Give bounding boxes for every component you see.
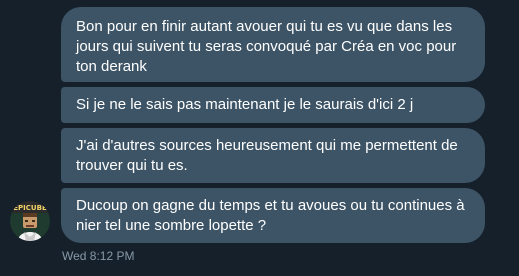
message-text: Bon pour en finir autant avouer qui tu e… xyxy=(76,18,457,75)
message-text: Si je ne le sais pas maintenant je le sa… xyxy=(76,96,414,113)
message-text: Ducoup on gagne du temps et tu avoues ou… xyxy=(76,197,465,234)
message-thread: Bon pour en finir autant avouer qui tu e… xyxy=(0,0,519,276)
sender-avatar[interactable]: EPICUBE xyxy=(10,201,50,241)
message-text: J'ai d'autres sources heureusement qui m… xyxy=(76,137,458,174)
message-bubble[interactable]: J'ai d'autres sources heureusement qui m… xyxy=(61,128,485,183)
message-timestamp: Wed 8:12 PM xyxy=(62,249,135,263)
message-bubble[interactable]: Si je ne le sais pas maintenant je le sa… xyxy=(61,87,485,123)
message-bubble[interactable]: Ducoup on gagne du temps et tu avoues ou… xyxy=(61,188,485,243)
message-bubble[interactable]: Bon pour en finir autant avouer qui tu e… xyxy=(61,7,485,82)
avatar-logo-text: EPICUBE xyxy=(13,204,47,212)
